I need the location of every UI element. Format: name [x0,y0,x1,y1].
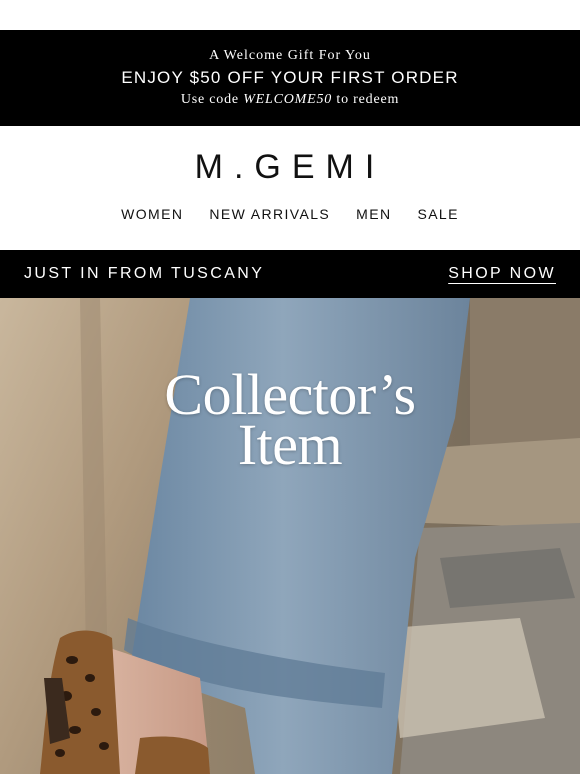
promo-code: WELCOME50 [243,92,333,107]
flagstone [440,548,575,608]
promo-offer: ENJOY $50 OFF YOUR FIRST ORDER [121,68,459,87]
promo-code-line: Use code WELCOME50 to redeem [0,90,580,110]
nav-item-men[interactable]: MEN [356,206,391,222]
site-header [0,126,580,250]
top-spacer [0,0,580,30]
nav-item-new-arrivals[interactable]: NEW ARRIVALS [209,206,330,222]
nav-item-women[interactable]: WOMEN [121,206,183,222]
hero-title: Collector’s Item [0,366,580,477]
promo-banner[interactable]: A Welcome Gift For You ENJOY $50 OFF YOU… [0,30,580,126]
hero-title-line-2: Item [237,412,343,477]
pale-rock [390,618,545,738]
hero-image[interactable]: Collector’s Item [0,298,580,774]
promo-code-prefix: Use code [180,92,244,107]
shop-now-link[interactable]: SHOP NOW [448,265,556,283]
promo-code-suffix: to redeem [332,92,400,107]
nav-item-sale[interactable]: SALE [417,206,458,222]
main-nav: WOMEN NEW ARRIVALS MEN SALE [0,206,580,222]
brand-logo[interactable]: M.GEMI [0,148,580,187]
collection-label: JUST IN FROM TUSCANY [24,265,265,282]
collection-bar: JUST IN FROM TUSCANY SHOP NOW [0,250,580,298]
promo-intro: A Welcome Gift For You [209,48,371,63]
